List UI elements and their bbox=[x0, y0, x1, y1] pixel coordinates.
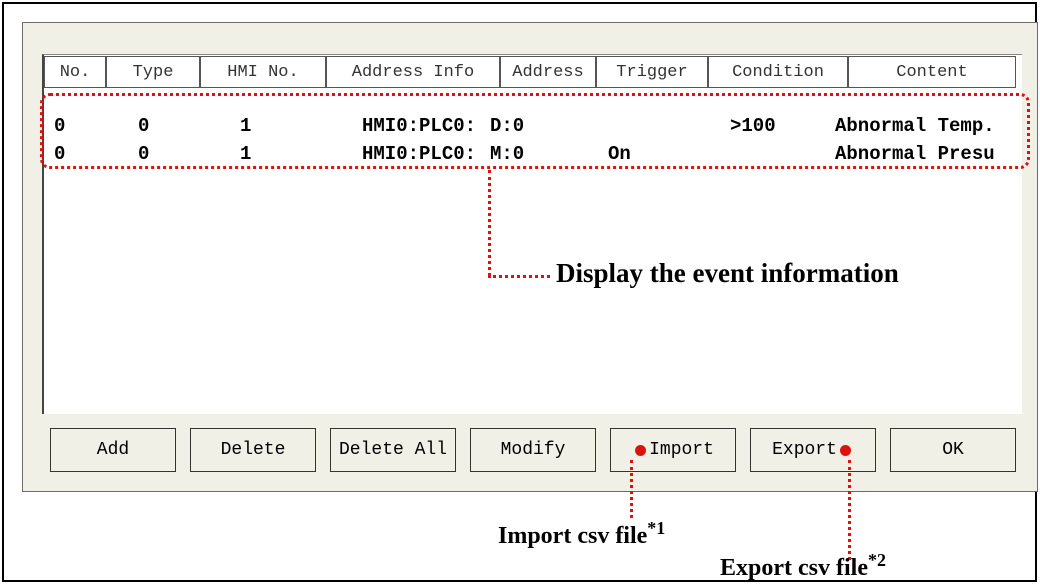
event-rows-highlight bbox=[40, 93, 1030, 169]
add-button[interactable]: Add bbox=[50, 428, 176, 472]
column-header-no[interactable]: No. bbox=[44, 56, 106, 88]
export-button[interactable]: Export bbox=[750, 428, 876, 472]
column-header-type[interactable]: Type bbox=[106, 56, 200, 88]
modify-button[interactable]: Modify bbox=[470, 428, 596, 472]
delete-button[interactable]: Delete bbox=[190, 428, 316, 472]
red-dot-marker-icon bbox=[635, 444, 647, 456]
ok-button[interactable]: OK bbox=[890, 428, 1016, 472]
delete-all-button[interactable]: Delete All bbox=[330, 428, 456, 472]
event-info-leader-vertical bbox=[488, 170, 491, 276]
import-csv-callout: Import csv file*1 bbox=[498, 518, 666, 549]
event-info-callout: Display the event information bbox=[556, 258, 899, 288]
export-csv-callout: Export csv file*2 bbox=[720, 550, 886, 581]
event-info-leader-horizontal bbox=[488, 275, 550, 278]
column-header-trigger[interactable]: Trigger bbox=[596, 56, 708, 88]
column-header-condition[interactable]: Condition bbox=[708, 56, 848, 88]
import-leader bbox=[630, 460, 633, 518]
red-dot-marker-icon bbox=[839, 444, 851, 456]
export-leader bbox=[848, 460, 851, 560]
import-button[interactable]: Import bbox=[610, 428, 736, 472]
column-header-content[interactable]: Content bbox=[848, 56, 1016, 88]
column-header-hmi-no[interactable]: HMI No. bbox=[200, 56, 326, 88]
column-header-address-info[interactable]: Address Info bbox=[326, 56, 500, 88]
column-header-address[interactable]: Address bbox=[500, 56, 596, 88]
